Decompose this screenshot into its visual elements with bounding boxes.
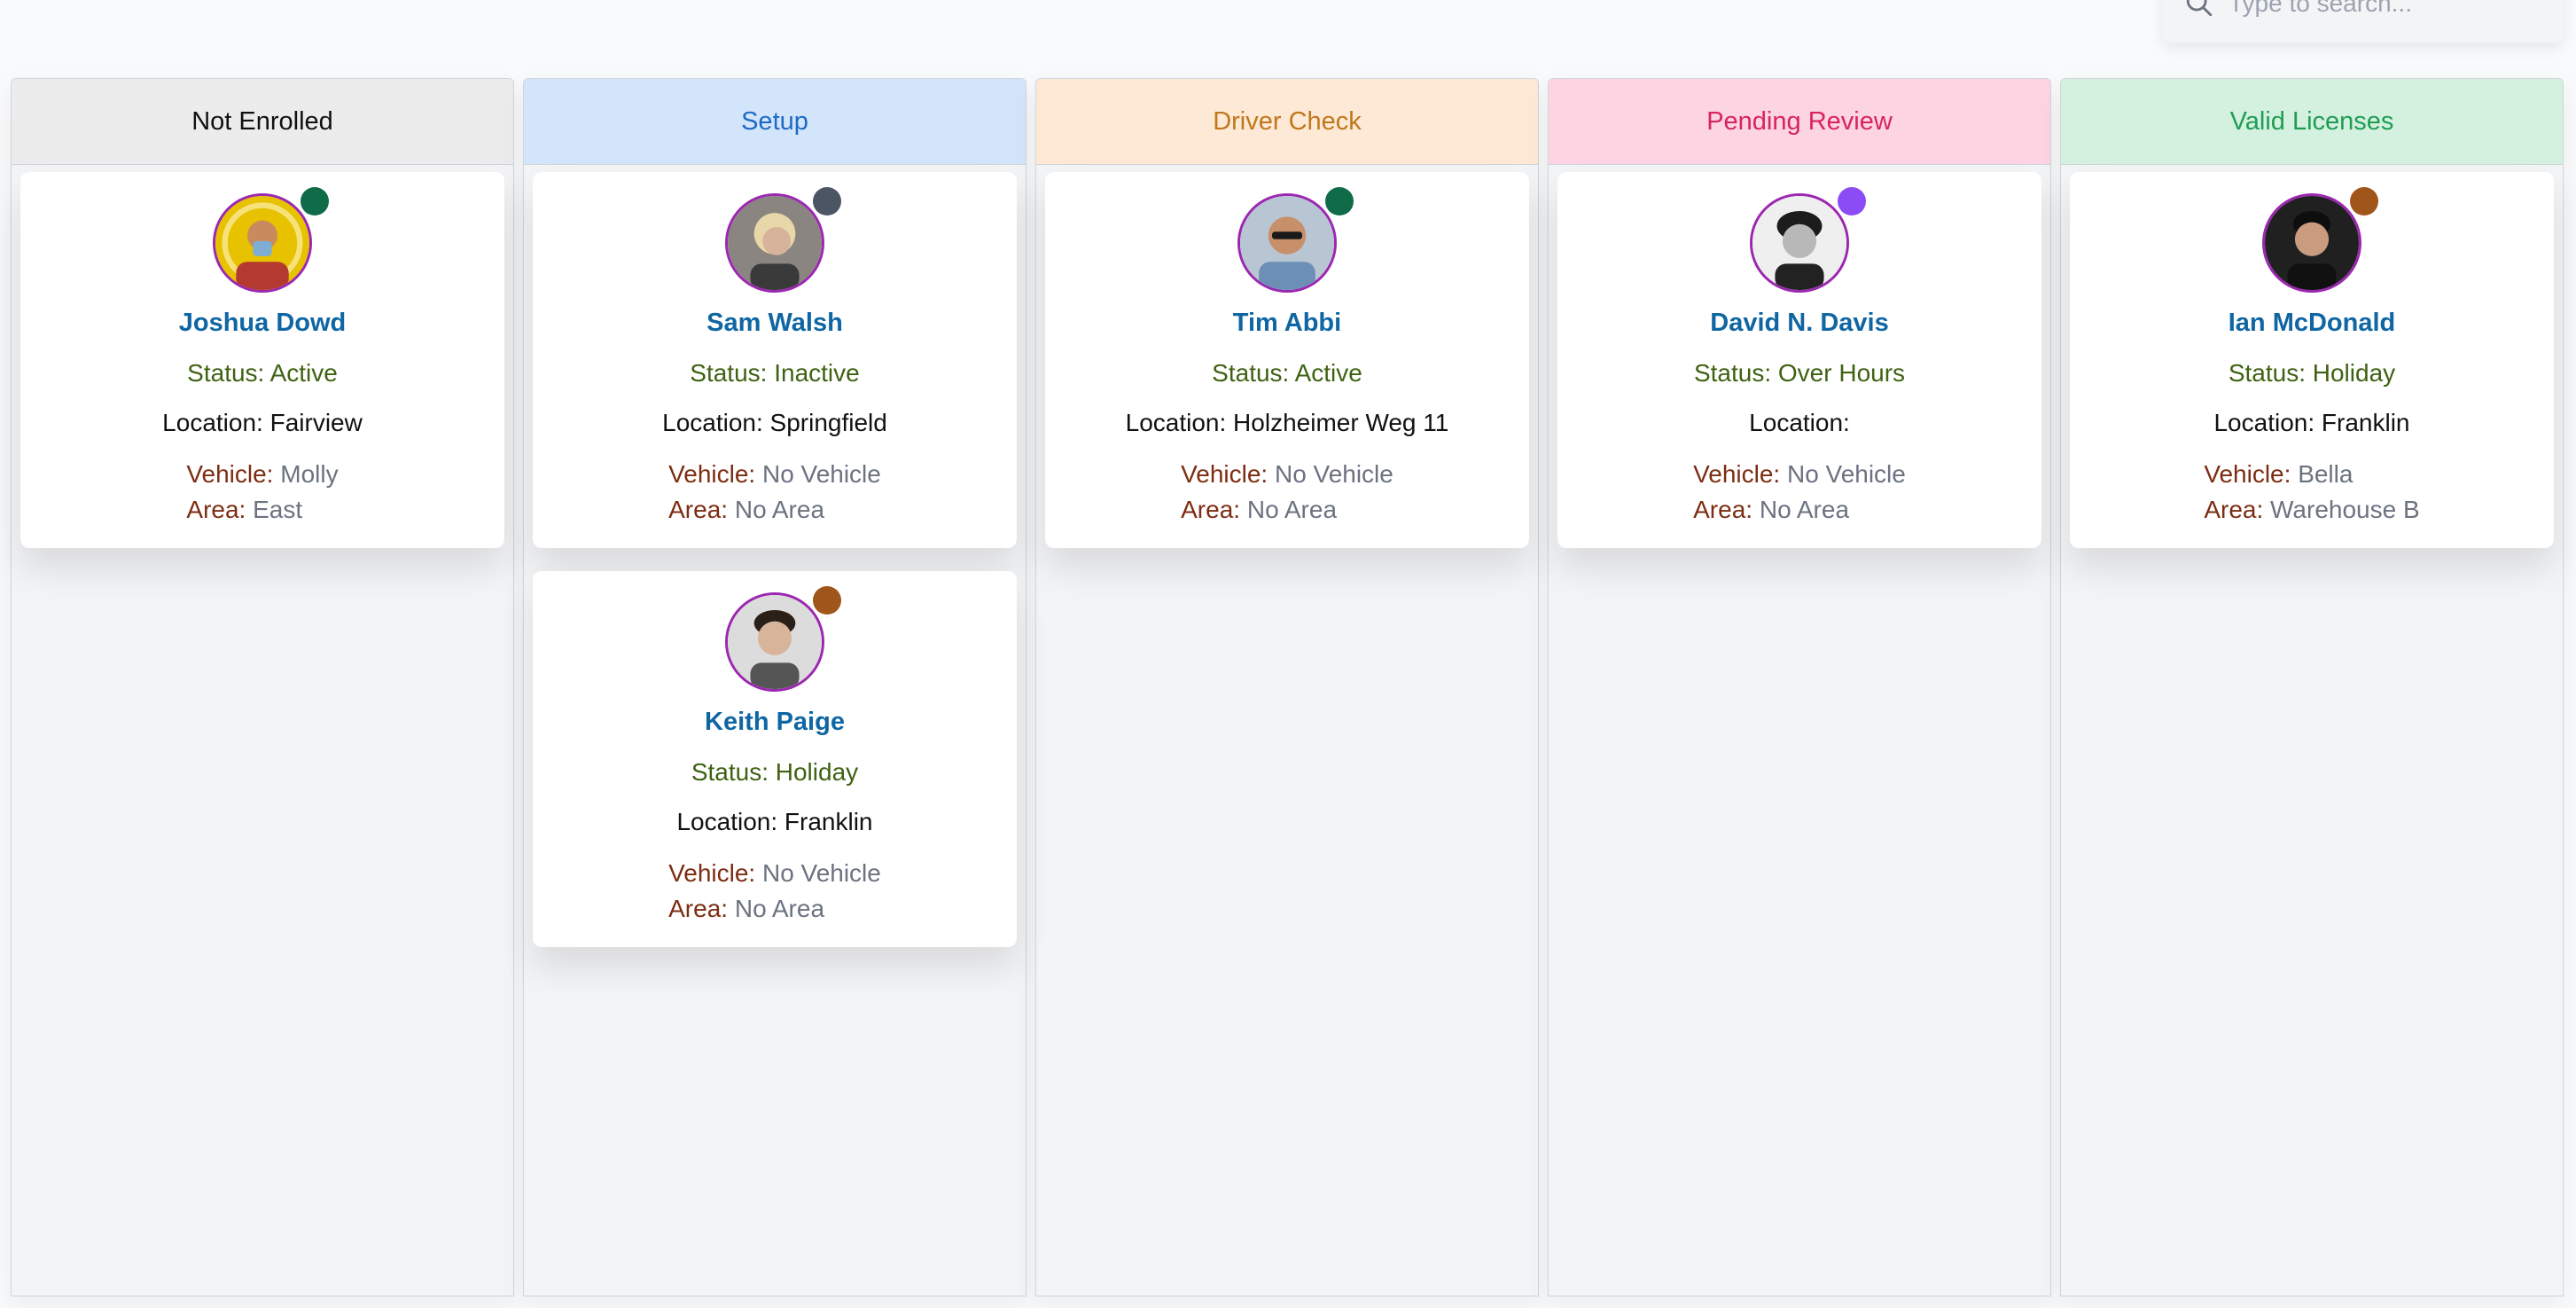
- avatar-photo: [1752, 196, 1846, 290]
- vehicle-value: No Vehicle: [1274, 460, 1393, 488]
- area-value: No Area: [1759, 496, 1850, 523]
- area-value: No Area: [1246, 496, 1338, 523]
- area-label: Area:: [186, 496, 246, 523]
- area-value: No Area: [734, 895, 825, 922]
- avatar: [1237, 187, 1354, 293]
- vehicle-value: No Vehicle: [1786, 460, 1906, 488]
- driver-status: Status: Active: [187, 359, 338, 387]
- vehicle-row: Vehicle: No Vehicle: [668, 457, 881, 492]
- area-row: Area: East: [186, 492, 302, 528]
- avatar: [2262, 187, 2378, 293]
- status-dot: [301, 187, 329, 215]
- driver-card[interactable]: Keith Paige Status: Holiday Location: Fr…: [533, 571, 1017, 947]
- column-setup: Setup Sam Walsh Status: Inactive Locatio…: [523, 78, 1026, 1296]
- driver-name[interactable]: Sam Walsh: [706, 309, 843, 338]
- vehicle-label: Vehicle:: [2204, 460, 2291, 488]
- status-dot: [1838, 187, 1866, 215]
- driver-status: Status: Holiday: [691, 758, 859, 786]
- avatar-photo: [728, 196, 822, 290]
- status-dot: [2350, 187, 2378, 215]
- column-valid-licenses: Valid Licenses Ian McDonald Status: Holi…: [2060, 78, 2564, 1296]
- column-body: Sam Walsh Status: Inactive Location: Spr…: [524, 165, 1026, 1296]
- area-label: Area:: [1181, 496, 1241, 523]
- column-body: Joshua Dowd Status: Active Location: Fai…: [12, 165, 513, 1296]
- column-header: Driver Check: [1036, 79, 1538, 165]
- avatar: [725, 187, 841, 293]
- vehicle-value: No Vehicle: [761, 859, 881, 887]
- vehicle-row: Vehicle: No Vehicle: [1693, 457, 1906, 492]
- vehicle-label: Vehicle:: [668, 859, 756, 887]
- column-header: Pending Review: [1549, 79, 2050, 165]
- vehicle-row: Vehicle: Bella: [2204, 457, 2353, 492]
- driver-card[interactable]: Joshua Dowd Status: Active Location: Fai…: [20, 172, 504, 548]
- avatar-photo: [1240, 196, 1334, 290]
- driver-name[interactable]: Joshua Dowd: [179, 309, 347, 338]
- status-dot: [1325, 187, 1354, 215]
- column-driver-check: Driver Check Tim Abbi Status: Active Loc…: [1035, 78, 1539, 1296]
- driver-name[interactable]: David N. Davis: [1710, 309, 1888, 338]
- area-row: Area: No Area: [668, 492, 824, 528]
- vehicle-value: Molly: [280, 460, 339, 488]
- driver-location: Location: Franklin: [676, 808, 873, 835]
- vehicle-label: Vehicle:: [668, 460, 756, 488]
- column-pending-review: Pending Review David N. Davis Status: Ov…: [1548, 78, 2051, 1296]
- area-value: No Area: [734, 496, 825, 523]
- area-label: Area:: [1693, 496, 1753, 523]
- driver-location: Location:: [1749, 409, 1850, 436]
- avatar: [725, 586, 841, 692]
- driver-location: Location: Springfield: [662, 409, 887, 436]
- status-dot: [813, 187, 841, 215]
- kanban-board: Not Enrolled Joshua Dowd Status: Active …: [11, 78, 2564, 1296]
- driver-status: Status: Holiday: [2228, 359, 2396, 387]
- driver-location: Location: Fairview: [162, 409, 363, 436]
- column-body: David N. Davis Status: Over Hours Locati…: [1549, 165, 2050, 1296]
- column-body: Tim Abbi Status: Active Location: Holzhe…: [1036, 165, 1538, 1296]
- avatar-photo: [2265, 196, 2359, 290]
- driver-name[interactable]: Keith Paige: [705, 708, 845, 737]
- avatar: [213, 187, 329, 293]
- driver-status: Status: Active: [1212, 359, 1362, 387]
- vehicle-label: Vehicle:: [186, 460, 274, 488]
- driver-location: Location: Holzheimer Weg 11: [1125, 409, 1449, 436]
- search-box[interactable]: [2163, 0, 2564, 43]
- vehicle-row: Vehicle: Molly: [186, 457, 338, 492]
- vehicle-label: Vehicle:: [1181, 460, 1268, 488]
- area-label: Area:: [2204, 496, 2264, 523]
- area-row: Area: No Area: [1181, 492, 1337, 528]
- avatar-photo: [215, 196, 309, 290]
- area-value: Warehouse B: [2270, 496, 2420, 523]
- vehicle-value: No Vehicle: [761, 460, 881, 488]
- column-header: Not Enrolled: [12, 79, 513, 165]
- area-row: Area: No Area: [1693, 492, 1849, 528]
- driver-name[interactable]: Tim Abbi: [1233, 309, 1341, 338]
- driver-card[interactable]: Ian McDonald Status: Holiday Location: F…: [2070, 172, 2554, 548]
- avatar: [1750, 187, 1866, 293]
- search-icon: [2186, 0, 2213, 17]
- column-header: Valid Licenses: [2061, 79, 2563, 165]
- driver-name[interactable]: Ian McDonald: [2229, 309, 2396, 338]
- column-header: Setup: [524, 79, 1026, 165]
- search-input[interactable]: [2227, 0, 2549, 19]
- driver-card[interactable]: Tim Abbi Status: Active Location: Holzhe…: [1045, 172, 1529, 548]
- area-label: Area:: [668, 496, 729, 523]
- driver-status: Status: Inactive: [690, 359, 860, 387]
- driver-status: Status: Over Hours: [1693, 359, 1906, 387]
- vehicle-value: Bella: [2298, 460, 2354, 488]
- vehicle-label: Vehicle:: [1693, 460, 1781, 488]
- column-not-enrolled: Not Enrolled Joshua Dowd Status: Active …: [11, 78, 514, 1296]
- column-body: Ian McDonald Status: Holiday Location: F…: [2061, 165, 2563, 1296]
- driver-card[interactable]: Sam Walsh Status: Inactive Location: Spr…: [533, 172, 1017, 548]
- driver-card[interactable]: David N. Davis Status: Over Hours Locati…: [1557, 172, 2041, 548]
- driver-location: Location: Franklin: [2213, 409, 2410, 436]
- area-label: Area:: [668, 895, 729, 922]
- area-value: East: [253, 496, 303, 523]
- area-row: Area: No Area: [668, 891, 824, 927]
- vehicle-row: Vehicle: No Vehicle: [1181, 457, 1393, 492]
- area-row: Area: Warehouse B: [2204, 492, 2419, 528]
- status-dot: [813, 586, 841, 615]
- avatar-photo: [728, 595, 822, 689]
- vehicle-row: Vehicle: No Vehicle: [668, 856, 881, 891]
